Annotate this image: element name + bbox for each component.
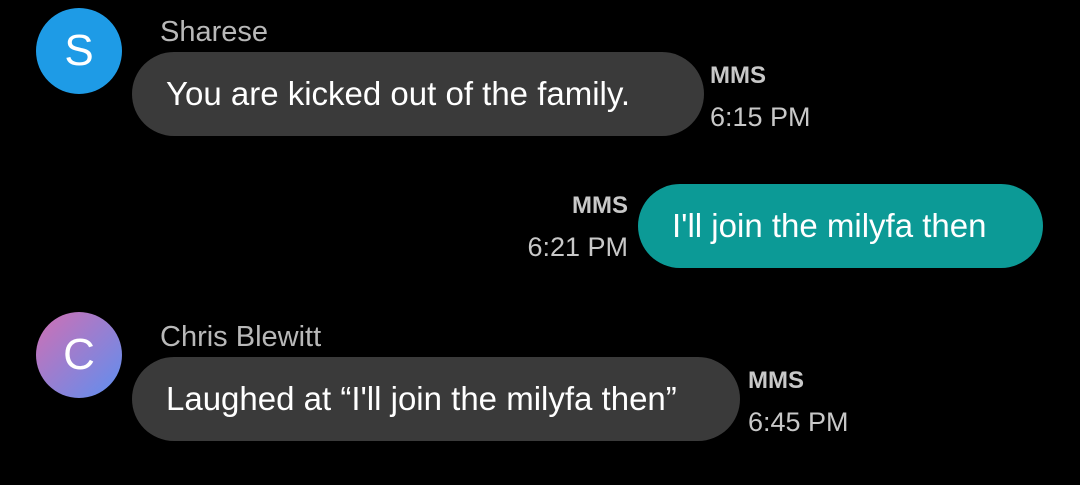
message-bubble-incoming[interactable]: You are kicked out of the family. xyxy=(132,52,704,136)
message-text: You are kicked out of the family. xyxy=(166,75,631,112)
avatar-letter: S xyxy=(64,26,94,75)
avatar-letter: C xyxy=(63,330,95,379)
message-type: MMS xyxy=(572,192,628,219)
message-bubble-outgoing[interactable]: I'll join the milyfa then xyxy=(638,184,1043,268)
message-time: 6:45 PM xyxy=(748,407,849,437)
message-meta: MMS 6:21 PM xyxy=(527,194,628,261)
avatar-chris-blewitt[interactable]: C xyxy=(36,312,122,398)
avatar-sharese[interactable]: S xyxy=(36,8,122,94)
message-type: MMS xyxy=(748,367,804,394)
message-time: 6:21 PM xyxy=(527,232,628,262)
message-type: MMS xyxy=(710,62,766,89)
message-meta: MMS 6:15 PM xyxy=(710,64,811,131)
message-bubble-incoming[interactable]: Laughed at “I'll join the milyfa then” xyxy=(132,357,740,441)
sender-name: Sharese xyxy=(160,16,269,48)
message-time: 6:15 PM xyxy=(710,102,811,132)
message-text: Laughed at “I'll join the milyfa then” xyxy=(166,380,677,417)
message-meta: MMS 6:45 PM xyxy=(748,369,849,436)
sender-name: Chris Blewitt xyxy=(160,321,322,353)
message-text: I'll join the milyfa then xyxy=(672,207,987,244)
